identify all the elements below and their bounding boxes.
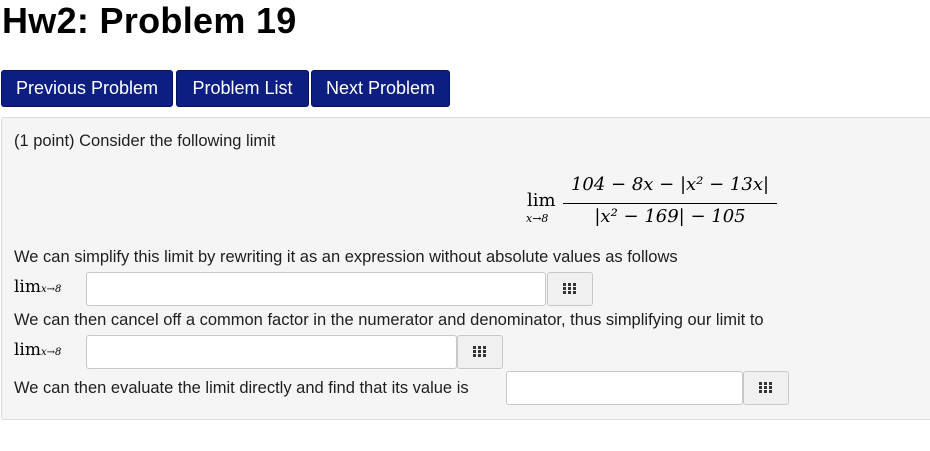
next-problem-button[interactable]: Next Problem: [311, 70, 450, 107]
step1-answer-input[interactable]: [86, 272, 546, 306]
step1-lim-word: lim: [14, 277, 41, 297]
problem-body: (1 point) Consider the following limit l…: [1, 117, 930, 420]
step3-answer-input[interactable]: [506, 371, 743, 405]
step1-lim-sub: x→8: [41, 284, 62, 295]
step2-instruction: We can then cancel off a common factor i…: [14, 311, 764, 329]
problem-intro: (1 point) Consider the following limit: [14, 132, 276, 150]
step1-keypad-button[interactable]: [547, 272, 593, 306]
step2-lim: limx→8: [14, 340, 61, 360]
limit-fraction: 104 − 8x − |x² − 13x| |x² − 169| − 105: [563, 172, 777, 232]
limit-numerator: 104 − 8x − |x² − 13x|: [570, 174, 770, 195]
step2-lim-sub: x→8: [41, 347, 62, 358]
keypad-icon: [563, 283, 578, 295]
step2-answer-input[interactable]: [86, 335, 457, 369]
step3-keypad-button[interactable]: [743, 371, 789, 405]
step3-instruction: We can then evaluate the limit directly …: [14, 379, 469, 397]
limit-operator: lim: [527, 190, 556, 211]
page-title: Hw2: Problem 19: [2, 0, 297, 41]
step1-lim: limx→8: [14, 277, 61, 297]
problem-list-button[interactable]: Problem List: [176, 70, 309, 107]
keypad-icon: [473, 346, 488, 358]
previous-problem-button[interactable]: Previous Problem: [1, 70, 173, 107]
step2-keypad-button[interactable]: [457, 335, 503, 369]
step1-instruction: We can simplify this limit by rewriting …: [14, 248, 678, 266]
keypad-icon: [759, 382, 774, 394]
fraction-bar: [563, 203, 777, 204]
limit-denominator: |x² − 169| − 105: [594, 206, 746, 227]
limit-subscript: x→8: [526, 212, 549, 225]
step2-lim-word: lim: [14, 340, 41, 360]
